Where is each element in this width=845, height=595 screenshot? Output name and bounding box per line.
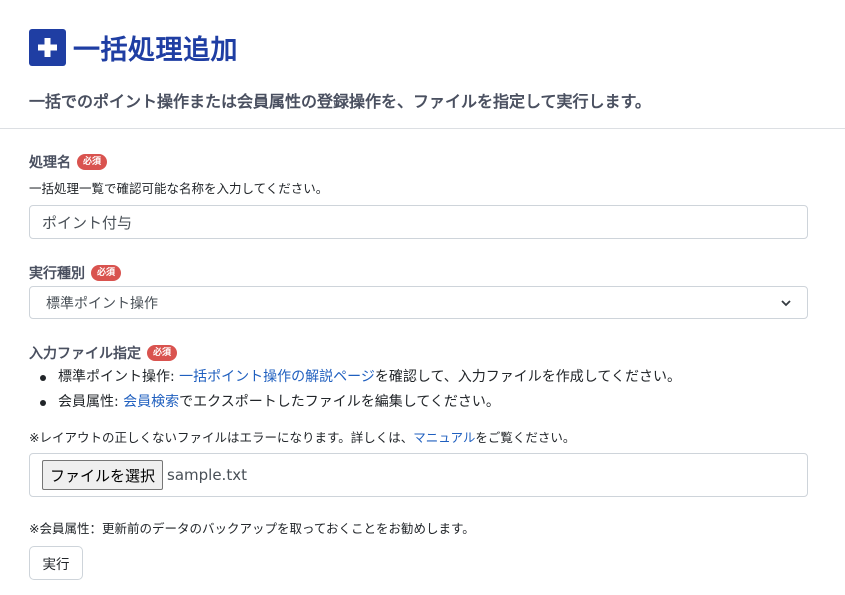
page-title: 一括処理追加 xyxy=(73,35,238,66)
title-row: 一括処理追加 xyxy=(29,28,238,67)
input-file-label-row: 入力ファイル指定 必須 xyxy=(29,343,178,363)
execution-type-label: 実行種別 xyxy=(29,266,85,282)
instruction-list: 標準ポイント操作: 一括ポイント操作の解説ページを確認して、入力ファイルを作成し… xyxy=(29,367,681,417)
required-badge: 必須 xyxy=(77,154,108,170)
bullet-text: 標準ポイント操作: xyxy=(58,369,180,385)
input-file-label: 入力ファイル指定 xyxy=(29,346,141,362)
selected-file-name: sample.txt xyxy=(167,466,247,484)
execution-type-select[interactable]: 標準ポイント操作 xyxy=(29,286,808,319)
bullet-text: 会員属性: xyxy=(58,394,124,410)
bullet-text: を確認して、入力ファイルを作成してください。 xyxy=(374,369,681,385)
note-text: をご覧ください。 xyxy=(475,430,576,445)
note-text: ※レイアウトの正しくないファイルはエラーになります。詳しくは、 xyxy=(29,430,414,445)
point-operation-guide-link[interactable]: 一括ポイント操作の解説ページ xyxy=(179,369,375,385)
member-search-link[interactable]: 会員検索 xyxy=(123,394,179,410)
process-name-label-row: 処理名 必須 xyxy=(29,152,108,172)
layout-note: ※レイアウトの正しくないファイルはエラーになります。詳しくは、マニュアルをご覧く… xyxy=(29,427,575,446)
choose-file-button[interactable]: ファイルを選択 xyxy=(42,460,164,490)
file-input: ファイルを選択 sample.txt xyxy=(29,453,808,497)
execute-button[interactable]: 実行 xyxy=(29,546,83,580)
page: 一括処理追加 一括でのポイント操作または会員属性の登録操作を、ファイルを指定して… xyxy=(0,0,845,595)
backup-note: ※会員属性：更新前のデータのバックアップを取っておくことをお勧めします。 xyxy=(29,521,475,536)
process-name-label: 処理名 xyxy=(29,155,71,171)
process-name-value: ポイント付与 xyxy=(42,213,133,232)
plus-square-icon xyxy=(29,29,66,66)
execution-type-label-row: 実行種別 必須 xyxy=(29,263,122,283)
chevron-down-icon xyxy=(781,299,791,306)
manual-link[interactable]: マニュアル xyxy=(413,430,475,445)
page-subtitle: 一括でのポイント操作または会員属性の登録操作を、ファイルを指定して実行します。 xyxy=(29,92,651,111)
process-name-input[interactable]: ポイント付与 xyxy=(29,205,808,239)
list-item: 標準ポイント操作: 一括ポイント操作の解説ページを確認して、入力ファイルを作成し… xyxy=(29,367,681,392)
header-divider xyxy=(0,128,845,129)
required-badge: 必須 xyxy=(91,265,122,281)
execution-type-selected: 標準ポイント操作 xyxy=(46,295,158,312)
required-badge: 必須 xyxy=(147,345,178,361)
list-item: 会員属性: 会員検索でエクスポートしたファイルを編集してください。 xyxy=(29,392,681,417)
bullet-text: でエクスポートしたファイルを編集してください。 xyxy=(179,394,500,410)
process-name-help: 一括処理一覧で確認可能な名称を入力してください。 xyxy=(29,181,329,196)
